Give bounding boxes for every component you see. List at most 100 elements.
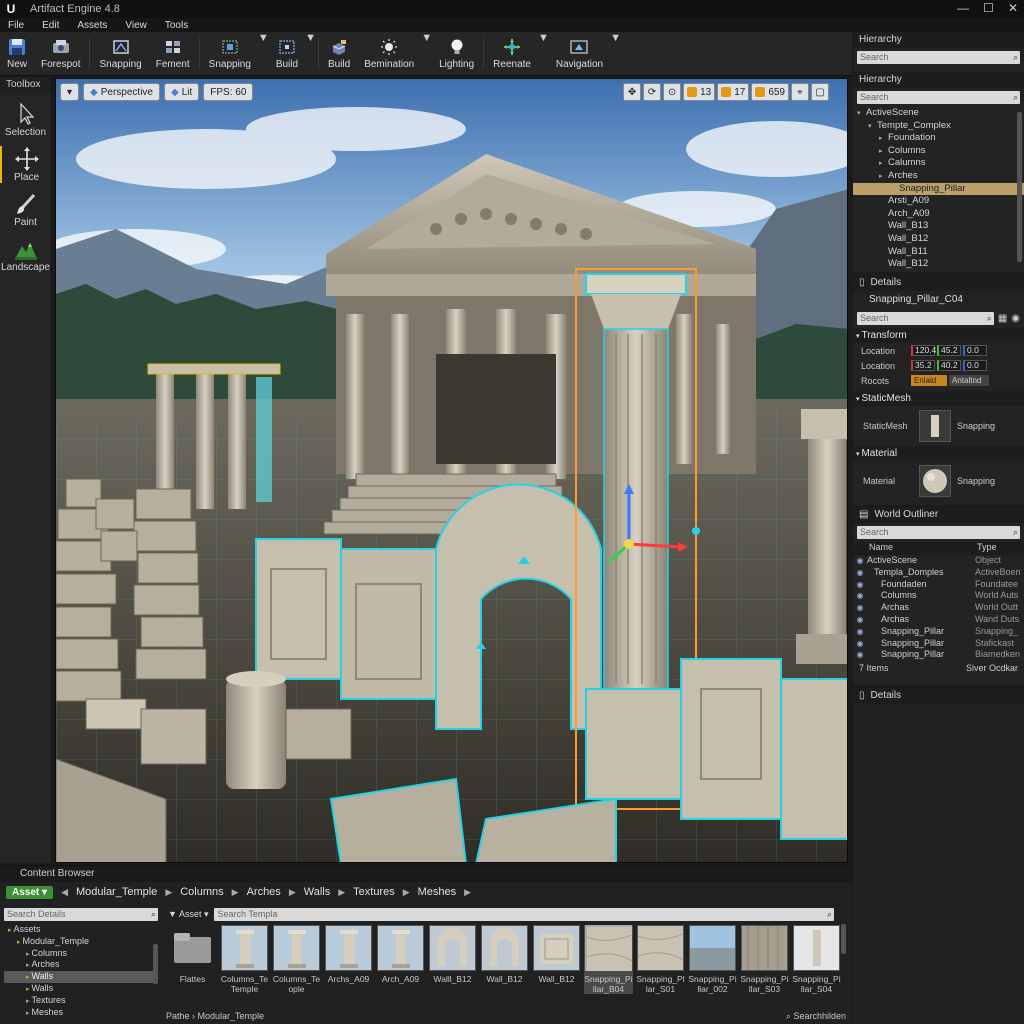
outliner-search-input[interactable]: Search ⌕ (857, 526, 1020, 539)
visibility-eye-icon[interactable]: ◉ (853, 614, 867, 626)
location-y-input[interactable]: 45.2 (937, 345, 961, 356)
hierarchy-item[interactable]: Wall_B13 (853, 220, 1024, 233)
asset-search-input[interactable]: Search Templa ⌕ (214, 908, 834, 921)
breadcrumb-3[interactable]: Walls (304, 886, 330, 898)
rotation-value-dropdown[interactable]: Antaltnd (949, 375, 989, 386)
hierarchy-item[interactable]: Arch_A09 (853, 208, 1024, 221)
asset-tile[interactable]: Walll_B12 (428, 925, 477, 994)
material-asset-dropdown[interactable]: Snapping (957, 476, 995, 486)
content-tree-item[interactable]: ▸ Textures (4, 995, 158, 1007)
lit-button[interactable]: ◆ Lit (163, 83, 200, 101)
chevron-down-icon[interactable]: ▼ (610, 32, 621, 75)
asset-tile[interactable]: Snapping_Pi llar_002 (688, 925, 737, 994)
location-z-input[interactable]: 0.0 (963, 345, 987, 356)
tree-scrollbar[interactable] (153, 944, 158, 984)
breadcrumb-2[interactable]: Arches (247, 886, 281, 898)
toolbar-snapping-grid-button[interactable]: Snapping (202, 32, 258, 75)
outliner-row[interactable]: ◉ Templa_Domples ActiveBoen (853, 567, 1024, 579)
static-mesh-thumbnail[interactable] (919, 410, 951, 442)
hierarchy-top-search-input[interactable]: Search ⌕ (857, 51, 1020, 64)
chevron-down-icon[interactable]: ▼ (538, 32, 549, 75)
wall-blocks-right[interactable] (680, 658, 848, 840)
outliner-row[interactable]: ◉ Archas Wand Duts (853, 614, 1024, 626)
content-tree-item[interactable]: ▸ Columns (4, 948, 158, 960)
asset-tile[interactable]: Flattes (168, 925, 217, 994)
toolbar-build-button[interactable]: Build (269, 32, 305, 75)
outliner-row[interactable]: ◉ Snapping_Pillar Stafickast (853, 638, 1024, 650)
col-name-header[interactable]: Name (869, 542, 977, 555)
asset-tile[interactable]: Wall_B12 (480, 925, 529, 994)
details-search-input[interactable]: Search ⌕ (857, 312, 994, 325)
visibility-eye-icon[interactable]: ◉ (853, 590, 867, 602)
tool-landscape[interactable]: Landscape (0, 236, 51, 273)
asset-tile[interactable]: Columns_Te ople (272, 925, 321, 994)
asset-tile[interactable]: Columns_Te Temple (220, 925, 269, 994)
camera-speed-icon[interactable]: ⌖ (791, 83, 809, 101)
maximize-icon[interactable]: ☐ (983, 1, 994, 15)
visibility-eye-icon[interactable]: ◉ (853, 638, 867, 650)
asset-tile[interactable]: Snapping_Pi llar_S04 (792, 925, 841, 994)
hierarchy-item[interactable]: Wall_B12 (853, 233, 1024, 246)
col-type-header[interactable]: Type (977, 542, 997, 555)
breadcrumb-0[interactable]: Modular_Temple (76, 886, 157, 898)
visibility-eye-icon[interactable]: ◉ (853, 649, 867, 661)
static-mesh-section[interactable]: ▾ StaticMesh (853, 391, 1024, 406)
outliner-row[interactable]: ◉ Snapping_Pillar Biamedken (853, 649, 1024, 661)
menu-edit[interactable]: Edit (42, 20, 59, 31)
visibility-eye-icon[interactable]: ◉ (853, 555, 867, 567)
toolbar-bemination-button[interactable]: Bemination (357, 32, 421, 75)
tool-paint[interactable]: Paint (0, 191, 51, 228)
content-tree-item[interactable]: ▸ Walls (4, 983, 158, 995)
asset-filter-dropdown[interactable]: ▼ Asset ▾ (164, 909, 208, 920)
content-tree-item[interactable]: ▸ Walls (4, 971, 158, 983)
material-thumbnail[interactable] (919, 465, 951, 497)
asset-tile[interactable]: Snapping_Pi llar_S03 (740, 925, 789, 994)
grid-snap-value[interactable]: 13 (683, 83, 716, 101)
visibility-eye-icon[interactable]: ◉ (853, 602, 867, 614)
content-tree-item[interactable]: ▸ Modular_Temple (4, 936, 158, 948)
breadcrumb-4[interactable]: Textures (353, 886, 395, 898)
toolbar-navigation-button[interactable]: Navigation (549, 32, 610, 75)
chevron-down-icon[interactable]: ▼ (258, 32, 269, 75)
menu-file[interactable]: File (8, 20, 24, 31)
toolbar-fement-button[interactable]: Fement (149, 32, 197, 75)
hierarchy-item[interactable]: ▸ Calumns (853, 157, 1024, 170)
maximize-viewport-icon[interactable]: ▢ (811, 83, 829, 101)
asset-tile[interactable]: Snapping_Pi llar_B04 (584, 925, 633, 994)
asset-tile[interactable]: Arch_A09 (376, 925, 425, 994)
hierarchy-item[interactable]: ▾ ActiveScene (853, 107, 1024, 120)
location2-x-input[interactable]: 35.2 (911, 360, 935, 371)
toolbar-reenate-button[interactable]: Reenate (486, 32, 538, 75)
hierarchy-item[interactable]: Snapping_Pillar (853, 182, 1024, 196)
scene-render[interactable] (56, 79, 848, 863)
level-viewport[interactable]: ▾ ◆ Perspective ◆ Lit FPS: 60 ✥ ⟳ ⊙ 13 17 … (55, 78, 848, 863)
hierarchy-item[interactable]: Arsti_A09 (853, 195, 1024, 208)
menu-tools[interactable]: Tools (165, 20, 188, 31)
grid-view-icon[interactable]: ▦ (998, 313, 1007, 324)
perspective-button[interactable]: ◆ Perspective (83, 83, 160, 101)
hierarchy-item[interactable]: ▸ Arches (853, 170, 1024, 183)
snap-scale-icon[interactable]: ⊙ (663, 83, 682, 101)
static-mesh-asset-dropdown[interactable]: Snapping (957, 421, 995, 431)
hierarchy-search-input[interactable]: Search ⌕ (857, 91, 1020, 104)
nav-back-icon[interactable]: ◀ (61, 887, 68, 898)
content-tree-item[interactable]: ▸ Assets (4, 924, 158, 936)
outliner-row[interactable]: ◉ ActiveScene Object (853, 555, 1024, 567)
close-icon[interactable]: ✕ (1008, 1, 1018, 15)
hierarchy-item[interactable]: Wall_B11 (853, 246, 1024, 259)
menu-view[interactable]: View (125, 20, 147, 31)
visibility-eye-icon[interactable]: ◉ (853, 626, 867, 638)
toolbar-snapping-button[interactable]: Snapping (92, 32, 148, 75)
outliner-row[interactable]: ◉ Foundaden Foundatee (853, 579, 1024, 591)
toolbar-build-blocks-button[interactable]: Build (321, 32, 357, 75)
chevron-down-icon[interactable]: ▼ (305, 32, 316, 75)
snap-translate-icon[interactable]: ✥ (623, 83, 642, 101)
rotation-snap-value[interactable]: 17 (717, 83, 750, 101)
tool-place[interactable]: Place (0, 146, 51, 183)
hierarchy-item[interactable]: ▸ Foundation (853, 132, 1024, 145)
add-asset-button[interactable]: Asset ▾ (6, 885, 54, 899)
location-x-input[interactable]: 120.4 (911, 345, 936, 356)
tree-search-input[interactable]: Search Details ⌕ (4, 908, 158, 921)
visibility-eye-icon[interactable]: ◉ (853, 579, 867, 591)
location2-y-input[interactable]: 40.2 (937, 360, 961, 371)
